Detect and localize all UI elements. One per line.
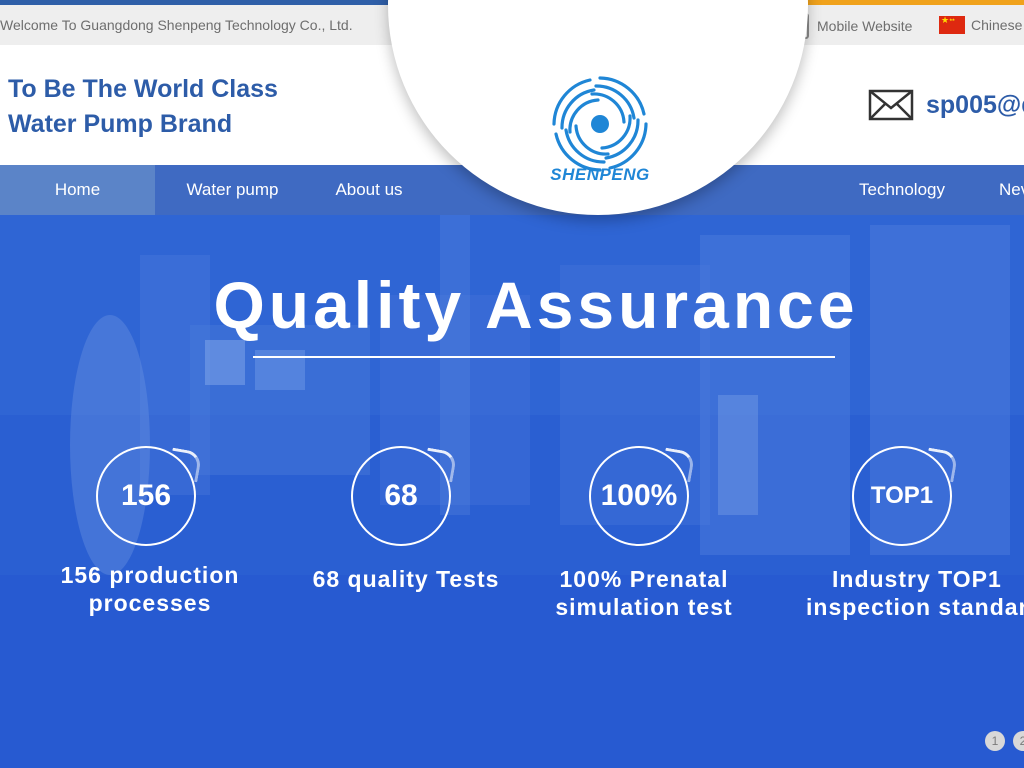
nav-water-pump[interactable]: Water pump [170,165,295,215]
stat-caption-simulation: 100% Prenatal simulation test [534,565,754,621]
stat-value: 100% [600,479,678,512]
logo-text: SHENPENG [550,165,650,184]
stat-circle-top1: TOP1 [852,446,959,546]
stat-caption-line: simulation test [555,594,733,620]
nav-news[interactable]: Nev [992,165,1024,215]
stat-value: TOP1 [870,482,934,509]
nav-home[interactable]: Home [0,165,155,215]
mobile-website-link[interactable]: Mobile Website [793,13,912,39]
stat-caption-tests: 68 quality Tests [296,565,516,593]
stat-caption-line: Industry TOP1 [832,566,1002,592]
stat-caption-line: inspection standard [806,594,1024,620]
stat-value: 156 [120,479,172,512]
email-address: sp005@d [926,90,1024,119]
stat-circle-tests: 68 [351,446,458,546]
stat-circle-simulation: 100% [589,446,696,546]
stat-value: 68 [384,479,418,512]
nav-about-us[interactable]: About us [314,165,424,215]
nav-technology[interactable]: Technology [848,165,956,215]
mobile-website-label: Mobile Website [817,18,913,34]
language-label: Chinese [971,17,1023,33]
language-link[interactable]: Chinese [939,15,1023,34]
stat-caption-top1: Industry TOP1 inspection standard [806,565,1024,621]
title-underline [253,356,835,358]
slogan: To Be The World Class Water Pump Brand [8,72,278,142]
slogan-line-2: Water Pump Brand [8,110,233,138]
banner-title: Quality Assurance [213,268,859,342]
welcome-text: Welcome To Guangdong Shenpeng Technology… [0,17,353,33]
stat-caption-line: 156 production [60,562,240,588]
hero-banner[interactable]: Quality Assurance 156 68 100% TOP1 156 p… [0,215,1024,768]
stat-caption-line: 100% Prenatal [559,566,729,592]
email-link[interactable]: sp005@d [868,89,1024,121]
stat-caption-processes: 156 production processes [40,561,260,617]
stat-caption-line: 68 quality Tests [312,566,500,592]
china-flag-icon [939,15,965,34]
stat-caption-line: processes [88,590,212,616]
stat-circle-processes: 156 [96,446,203,546]
slide-dot-1[interactable]: 1 [985,731,1005,751]
slogan-line-1: To Be The World Class [8,75,278,103]
envelope-icon [868,89,914,121]
